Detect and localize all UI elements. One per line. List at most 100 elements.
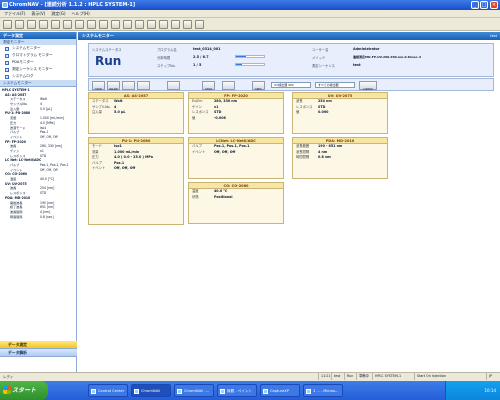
control-button[interactable]: STOP xyxy=(92,81,105,91)
nav-item-pda-monitor[interactable]: PDAモニター xyxy=(0,59,76,66)
user-value: Administrator xyxy=(353,47,380,51)
status-cell: Run xyxy=(344,373,353,380)
nav-item-system-monitor[interactable]: システムモニター xyxy=(0,45,76,52)
chart-icon[interactable] xyxy=(99,19,108,29)
tree-label: 時間間隔 xyxy=(10,214,23,219)
device-card: PDA: MD-2010 波長範囲 190 - 651 nm 波長間隔 4 nm 時間間隔… xyxy=(292,137,388,179)
method2-value: 連続測定MD-FP-UV-200-650-nm-0.8nsec-4 xyxy=(353,55,421,59)
device-card: CO: CO-2060 温度 40.0 °C 状態 Positional xyxy=(188,182,284,224)
cut-icon[interactable] xyxy=(51,19,60,29)
paste-icon[interactable] xyxy=(75,19,84,29)
method2-label: メソッド xyxy=(312,56,326,60)
monitor-title: システムモニター xyxy=(78,32,500,40)
toolbar xyxy=(0,18,500,31)
window-title: ChromNAV - [連続分析 1.1.2 : HPLC SYSTEM-1] xyxy=(9,2,136,8)
undo-icon[interactable] xyxy=(87,19,96,29)
card-row: 時間間隔 0.8 sec xyxy=(293,155,387,161)
card-row: 状態 Positional xyxy=(189,195,283,201)
sequence-icon xyxy=(5,67,9,72)
control-button[interactable] xyxy=(167,81,180,90)
method-icon[interactable] xyxy=(123,19,132,29)
card-label: 値 xyxy=(296,110,300,115)
card-label: 注入量 xyxy=(92,110,102,115)
capture-icon xyxy=(263,389,268,394)
minimize-button[interactable]: _ xyxy=(471,1,479,9)
card-value: Positional xyxy=(214,194,233,199)
save-icon[interactable] xyxy=(27,19,36,29)
print-icon[interactable] xyxy=(39,19,48,29)
card-label: イベント xyxy=(92,166,106,171)
control-button[interactable] xyxy=(137,81,150,90)
report-icon[interactable] xyxy=(159,19,168,29)
maximize-button[interactable]: □ xyxy=(480,1,488,9)
control-button[interactable]: SPEC xyxy=(252,81,265,91)
monitor-icon xyxy=(5,46,9,51)
help-icon[interactable] xyxy=(195,19,204,29)
run-status: Run xyxy=(95,54,122,68)
card-value: 5.0 µL xyxy=(114,110,126,115)
status-area: システムステータス Run プログラム名 test_0314_001 分析時間 … xyxy=(88,43,494,77)
taskbar-item[interactable]: Control Center xyxy=(88,384,128,397)
log-icon xyxy=(5,74,9,79)
new-icon[interactable] xyxy=(3,19,12,29)
taskbar-item[interactable]: 3 ... - Micros... xyxy=(303,384,343,397)
left-bottom-buttons: データ測定 データ解析 xyxy=(0,341,77,372)
control-button[interactable]: PAUSE xyxy=(107,81,120,91)
menu-bar: ファイル(F) 表示(V) 測定(G) ヘルプ(H) xyxy=(0,10,500,18)
card-label: 状態 xyxy=(192,194,199,199)
detector-select[interactable]: UV検出器 SPC xyxy=(271,82,311,88)
tree-item[interactable]: 時間間隔 0.8 [sec] xyxy=(2,215,74,220)
sequence-label: 測定シーケンス xyxy=(312,64,335,68)
data-analysis-button[interactable]: データ解析 xyxy=(0,349,77,357)
taskbar-item[interactable]: CaptureXP xyxy=(260,384,300,397)
control-button[interactable]: STOP xyxy=(202,81,215,91)
data-acquisition-button[interactable]: データ測定 xyxy=(0,341,77,349)
refresh-icon[interactable] xyxy=(183,19,192,29)
taskbar-item[interactable]: ChromNAV xyxy=(131,384,171,397)
taskbar: スタート Control Center ChromNAV ChromNAV -.… xyxy=(0,381,500,400)
control-button[interactable] xyxy=(122,81,135,90)
chromatogram-icon xyxy=(5,53,9,58)
status-tree[interactable]: HPLC SYSTEM-1 AS: AS-2057 ステータス Wait サンプルNo.… xyxy=(0,86,76,314)
delete-icon[interactable] xyxy=(171,19,180,29)
sequence-icon[interactable] xyxy=(135,19,144,29)
time-progress xyxy=(235,55,265,58)
taskbar-item[interactable]: 無題 - ペイント xyxy=(217,384,257,397)
method-value: test_0314_001 xyxy=(193,47,221,51)
device-card: LCNet: LC-NetII/ADC バルブ Pos.1, Pos.1, Pos.… xyxy=(188,137,284,179)
pda-icon xyxy=(5,60,9,65)
status-cell: JP xyxy=(486,373,492,380)
control-button[interactable] xyxy=(222,81,235,90)
autozero-button[interactable]: A/ZERO xyxy=(359,81,377,91)
channel-select[interactable]: すべての検出器 xyxy=(315,82,355,88)
copy-icon[interactable] xyxy=(63,19,72,29)
tree-value: 0.8 [sec] xyxy=(40,214,54,219)
monitor-icon[interactable] xyxy=(147,19,156,29)
sequence-value: test xyxy=(353,63,361,67)
status-cell: HPLC SYSTEM-1 xyxy=(372,373,401,380)
system-monitor: システムモニター test システムステータス Run プログラム名 test_… xyxy=(78,32,500,372)
status-cell: 11:21 xyxy=(318,373,331,380)
grid-icon[interactable] xyxy=(111,19,120,29)
menu-view[interactable]: 表示(V) xyxy=(31,11,45,17)
nav-item-sequence-monitor[interactable]: 測定シーケンス モニター xyxy=(0,66,76,73)
card-value: Off, Off, Off xyxy=(214,149,236,154)
card-row: 注入量 5.0 µL xyxy=(89,110,183,116)
menu-help[interactable]: ヘルプ(H) xyxy=(72,11,90,17)
card-value: 0.8 sec xyxy=(318,155,332,160)
menu-measure[interactable]: 測定(G) xyxy=(51,11,65,17)
time-value: 2.5 / 6.7 xyxy=(193,55,209,59)
step-label: ステップNo. xyxy=(157,64,176,68)
card-value: -0.006 xyxy=(214,115,226,120)
close-button[interactable]: × xyxy=(490,1,498,9)
device-card: UV: UV-2075 波長 254 nm レスポンス STD 値 0.000 xyxy=(292,92,388,134)
nav-item-chromatogram-monitor[interactable]: クロマトグラム モニター xyxy=(0,52,76,59)
nav-item-system-log[interactable]: システムログ xyxy=(0,73,76,80)
open-icon[interactable] xyxy=(15,19,24,29)
menu-file[interactable]: ファイル(F) xyxy=(4,11,25,17)
windows-logo-icon xyxy=(3,386,11,394)
card-value: 0.000 xyxy=(318,110,329,115)
clock: 10:14 xyxy=(484,388,496,393)
user-label: ユーザー名 xyxy=(312,48,329,52)
taskbar-item[interactable]: ChromNAV -... xyxy=(174,384,214,397)
